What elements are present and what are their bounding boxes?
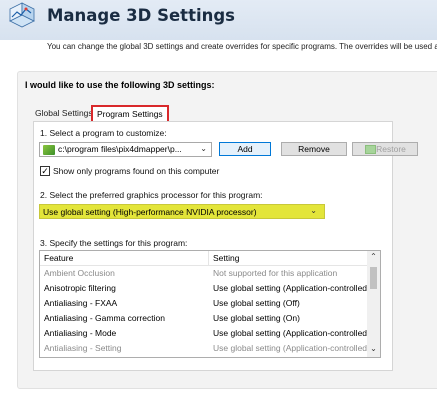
setting-cell: Use global setting (On): [213, 313, 300, 323]
feature-cell: Antialiasing - Gamma correction: [44, 313, 165, 323]
feature-cell: Antialiasing - Setting: [44, 343, 122, 353]
feature-cell: Antialiasing - FXAA: [44, 298, 118, 308]
gpu-select-value: Use global setting (High-performance NVI…: [43, 207, 257, 217]
panel-heading: I would like to use the following 3D set…: [25, 80, 215, 90]
show-only-label: Show only programs found on this compute…: [53, 166, 220, 176]
page-title: Manage 3D Settings: [47, 6, 235, 25]
settings-panel: I would like to use the following 3D set…: [17, 71, 437, 389]
table-row[interactable]: Antialiasing - Gamma correction Use glob…: [40, 311, 370, 325]
table-row[interactable]: Antialiasing - Mode Use global setting (…: [40, 326, 370, 340]
feature-cell: Ambient Occlusion: [44, 268, 115, 278]
page-description: You can change the global 3D settings an…: [47, 42, 437, 51]
table-row[interactable]: Anisotropic filtering Use global setting…: [40, 281, 370, 295]
setting-cell: Use global setting (Application-controll…: [213, 328, 370, 338]
step2-label: 2. Select the preferred graphics process…: [40, 190, 263, 200]
step1-label: 1. Select a program to customize:: [40, 128, 167, 138]
3d-settings-icon: [9, 2, 35, 28]
restore-button[interactable]: Restore: [352, 142, 418, 156]
setting-cell: Use global setting (Off): [213, 298, 300, 308]
gpu-select[interactable]: Use global setting (High-performance NVI…: [39, 204, 325, 219]
table-header: Feature Setting: [40, 251, 380, 266]
column-header-setting[interactable]: Setting: [213, 253, 239, 263]
restore-button-label: Restore: [376, 144, 406, 154]
chevron-down-icon: ⌄: [310, 206, 317, 215]
scrollbar-thumb[interactable]: [370, 267, 377, 289]
table-row[interactable]: Ambient Occlusion Not supported for this…: [40, 266, 370, 280]
tab-global-settings[interactable]: Global Settings: [31, 106, 97, 121]
remove-button[interactable]: Remove: [281, 142, 347, 156]
nvidia-restore-icon: [365, 145, 376, 154]
table-row[interactable]: Antialiasing - Setting Use global settin…: [40, 341, 370, 355]
show-only-checkbox[interactable]: ✓: [40, 166, 50, 176]
table-row[interactable]: Antialiasing - FXAA Use global setting (…: [40, 296, 370, 310]
setting-cell: Use global setting (Application-controll…: [213, 343, 370, 353]
program-select-value: c:\program files\pix4dmapper\p...: [58, 144, 182, 154]
setting-cell: Use global setting (Application-controll…: [213, 283, 370, 293]
column-header-feature[interactable]: Feature: [44, 253, 73, 263]
step3-label: 3. Specify the settings for this program…: [40, 238, 188, 248]
add-button[interactable]: Add: [219, 142, 271, 156]
feature-cell: Antialiasing - Mode: [44, 328, 117, 338]
chevron-down-icon: ⌄: [200, 144, 207, 153]
feature-cell: Anisotropic filtering: [44, 283, 116, 293]
settings-table: Feature Setting Ambient Occlusion Not su…: [39, 250, 381, 358]
table-scrollbar[interactable]: ⌃ ⌄: [367, 251, 380, 357]
manage-3d-settings-page: Manage 3D Settings You can change the gl…: [0, 0, 437, 399]
program-select[interactable]: c:\program files\pix4dmapper\p... ⌄: [39, 142, 212, 157]
column-divider[interactable]: [208, 251, 209, 266]
chevron-up-icon[interactable]: ⌃: [367, 252, 380, 264]
setting-cell: Not supported for this application: [213, 268, 338, 278]
page-header: Manage 3D Settings: [0, 0, 437, 40]
pix4d-program-icon: [43, 145, 55, 155]
chevron-down-icon[interactable]: ⌄: [367, 344, 380, 356]
program-settings-content: 1. Select a program to customize: c:\pro…: [33, 121, 418, 371]
tab-program-settings[interactable]: Program Settings: [91, 105, 169, 121]
